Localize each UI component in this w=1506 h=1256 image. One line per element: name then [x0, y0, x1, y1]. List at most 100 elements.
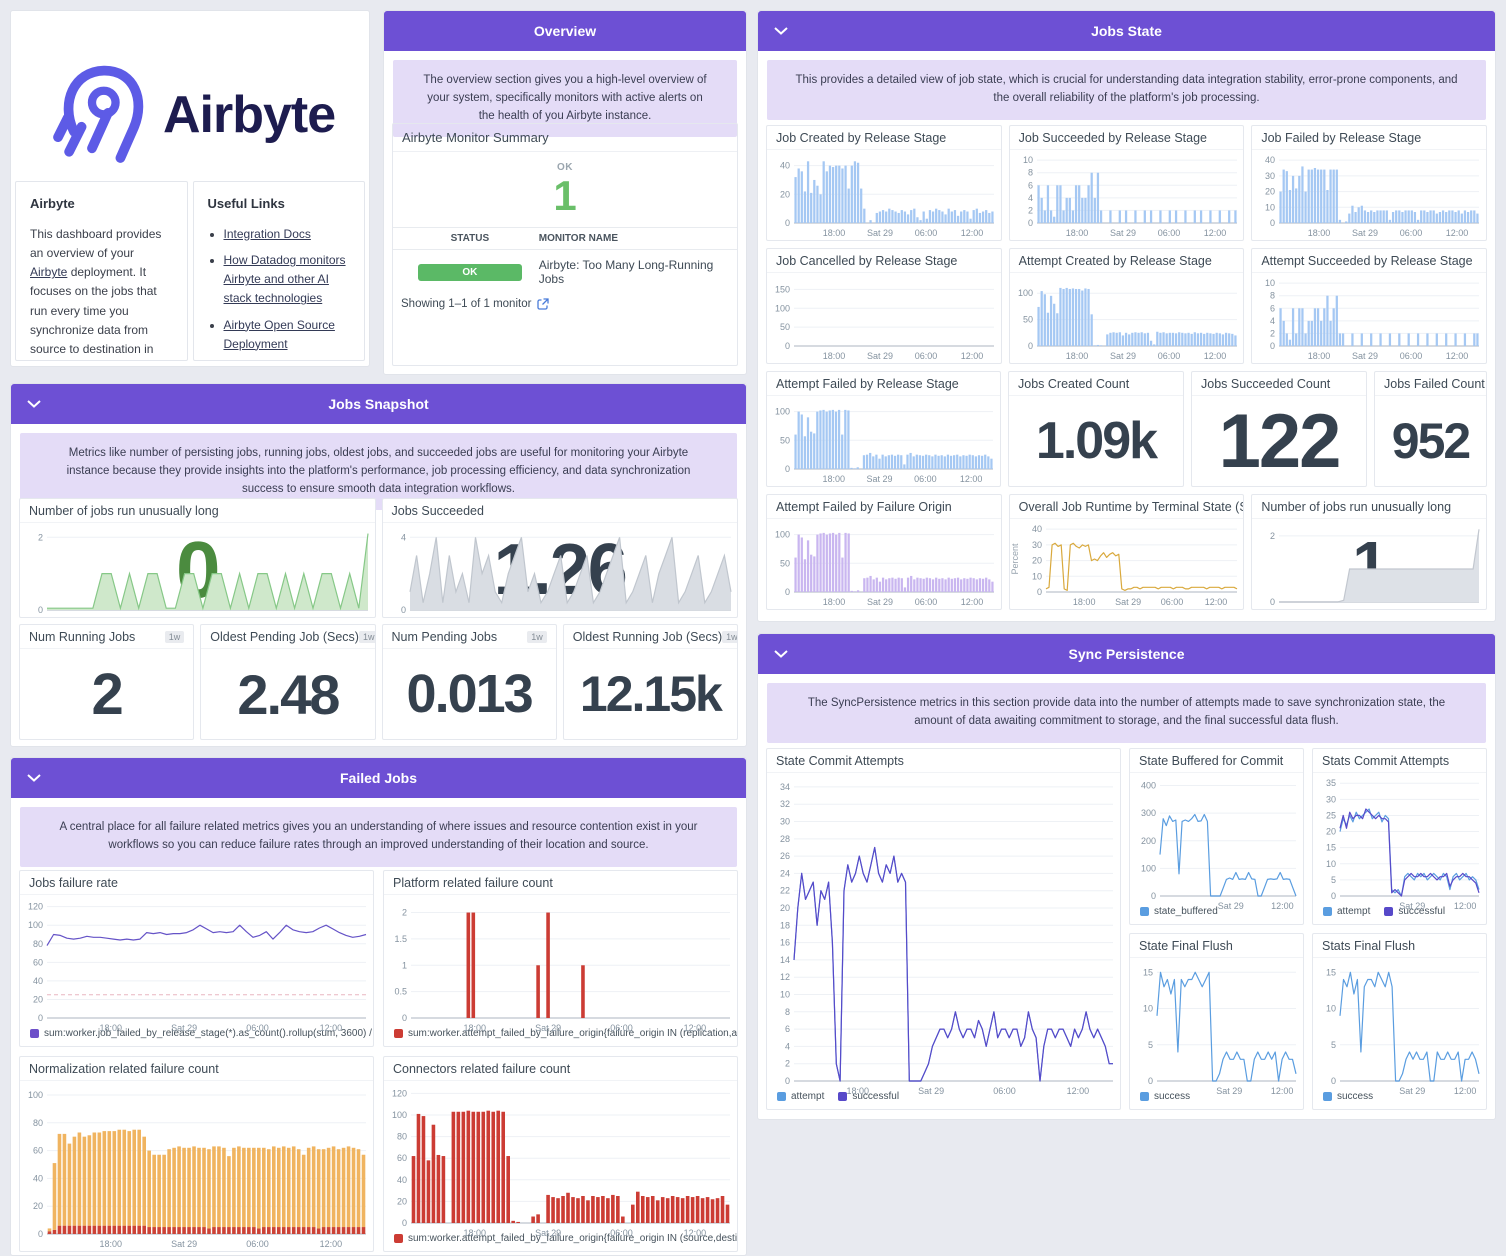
widget-attempt-failed-by-release-stage[interactable]: Attempt Failed by Release Stage 0 50 100 18…: [766, 371, 1001, 487]
status-badge[interactable]: OK: [417, 263, 522, 281]
chevron-down-icon[interactable]: [27, 774, 41, 782]
svg-text:0.5: 0.5: [394, 987, 407, 997]
widget-stats-commit-attempts[interactable]: Stats Commit Attempts 0 5 10 15 20 25 30 35 Sat …: [1312, 748, 1487, 925]
widget-jobs-succeeded-count[interactable]: Jobs Succeeded Count 122: [1191, 371, 1367, 487]
timeframe-badge: 1w: [527, 631, 547, 643]
job-created-chart[interactable]: 0 20 40 18:00 Sat 29 06:00 12:00: [767, 150, 1001, 240]
widget-num-pending-jobs[interactable]: Num Pending Jobs 1w 0.013: [381, 624, 557, 740]
attempt-succeeded-chart[interactable]: 0 2 4 6 8 10 18:00 Sat 29 06:00 12:00: [1252, 273, 1486, 363]
widget-overall-job-runtime[interactable]: Overall Job Runtime by Terminal State (S…: [1008, 494, 1245, 610]
attempt-failed-origin-chart[interactable]: 0 50 100 18:00 Sat 29 06:00 12:00: [767, 519, 1001, 609]
svg-text:Sat 29: Sat 29: [535, 1023, 561, 1033]
widget-job-failed-by-release-stage[interactable]: Job Failed by Release Stage 0 10 20 30 40 18:…: [1251, 125, 1487, 241]
svg-text:12:00: 12:00: [961, 351, 984, 361]
svg-text:40: 40: [33, 1173, 43, 1183]
svg-text:12:00: 12:00: [684, 1023, 707, 1033]
svg-text:150: 150: [775, 284, 790, 294]
oldest-running-job-value: 12.15k: [579, 666, 723, 722]
jobs-snapshot-section: Jobs Snapshot Metrics like number of per…: [10, 383, 747, 747]
svg-text:06:00: 06:00: [914, 474, 937, 484]
svg-text:12:00: 12:00: [1271, 901, 1294, 911]
widget-attempt-failed-by-failure-origin[interactable]: Attempt Failed by Failure Origin 0 50 100 1…: [766, 494, 1002, 610]
airbyte-link[interactable]: Airbyte: [30, 265, 67, 279]
svg-text:0: 0: [38, 1013, 43, 1023]
svg-text:30: 30: [1265, 171, 1275, 181]
sync-persistence-section: Sync Persistence The SyncPersistence met…: [757, 633, 1496, 1120]
state-final-flush-chart[interactable]: 0 5 10 15 Sat 29 12:00: [1130, 958, 1303, 1096]
widget-title: Job Failed by Release Stage: [1252, 126, 1486, 150]
svg-text:120: 120: [28, 902, 43, 912]
state-commit-attempts-chart[interactable]: 0 2 4 6 8 10 12 14 16 18 20 22 24 26 28 30 32 34 18:00 Sat …: [767, 773, 1120, 1096]
state-buffered-chart[interactable]: 0 100 200 300 400 Sat 29 12:00: [1130, 773, 1303, 911]
widget-jobs-unusually-long-state[interactable]: Number of jobs run unusually long 1 02: [1251, 494, 1487, 610]
stats-commit-attempts-chart[interactable]: 0 5 10 15 20 25 30 35 Sat 29 12:00: [1313, 773, 1486, 911]
jobs-succeeded-snapshot-chart[interactable]: 1.26 04: [383, 523, 738, 617]
svg-text:40: 40: [780, 161, 790, 171]
svg-text:0: 0: [1270, 597, 1275, 607]
widget-title: Stats Final Flush: [1313, 934, 1486, 958]
job-cancelled-chart[interactable]: 0 50 100 150 18:00 Sat 29 06:00 12:00: [767, 273, 1001, 363]
widget-title: Job Created by Release Stage: [767, 126, 1001, 150]
widget-platform-failure-count[interactable]: Platform related failure count 0 0.5 1 1.5 2…: [383, 870, 738, 1047]
widget-title: Jobs Succeeded: [382, 499, 737, 523]
connectors-failure-chart[interactable]: 0 20 40 60 80 100 120 18:00 Sat 29 06:00 12:00: [384, 1081, 737, 1238]
widget-num-running-jobs[interactable]: Num Running Jobs 1w 2: [19, 624, 195, 740]
widget-attempt-created-by-release-stage[interactable]: Attempt Created by Release Stage 0 50 100 1…: [1008, 248, 1245, 364]
svg-text:12:00: 12:00: [1454, 1086, 1477, 1096]
job-failed-chart[interactable]: 0 10 20 30 40 18:00 Sat 29 06:00 12:00: [1252, 150, 1486, 240]
widget-stats-final-flush[interactable]: Stats Final Flush 0 5 10 15 Sat 29 12:00 succ…: [1312, 933, 1487, 1110]
airbyte-branding-card: Airbyte Airbyte This dashboard provides …: [10, 10, 370, 367]
widget-title: State Buffered for Commit: [1130, 749, 1303, 773]
timeframe-badge: 1w: [722, 631, 737, 643]
widget-job-created-by-release-stage[interactable]: Job Created by Release Stage 0 20 40 18:00 S…: [766, 125, 1002, 241]
normalization-failure-chart[interactable]: 0 20 40 60 80 100 18:00 Sat 29 06:00 12:00: [20, 1081, 373, 1251]
svg-text:Sat 29: Sat 29: [867, 474, 893, 484]
widget-oldest-pending-job[interactable]: Oldest Pending Job (Secs) 1w 2.48: [200, 624, 376, 740]
platform-failure-chart[interactable]: 0 0.5 1 1.5 2 18:00 Sat 29 06:00 12:00: [384, 895, 737, 1033]
svg-text:12:00: 12:00: [1203, 351, 1226, 361]
chevron-down-icon[interactable]: [774, 650, 788, 658]
link-datadog-monitors[interactable]: How Datadog monitors Airbyte and other A…: [224, 253, 346, 305]
stats-final-flush-chart[interactable]: 0 5 10 15 Sat 29 12:00: [1313, 958, 1486, 1096]
widget-state-commit-attempts[interactable]: State Commit Attempts 0 2 4 6 8 10 12 14 16 18 20 2…: [766, 748, 1121, 1110]
jobs-failure-rate-chart[interactable]: 0 20 40 60 80 100 120 18:00 Sat 29 06:00 12:00: [20, 895, 373, 1033]
widget-jobs-created-count[interactable]: Jobs Created Count 1.09k: [1008, 371, 1184, 487]
widget-state-buffered-for-commit[interactable]: State Buffered for Commit 0 100 200 300 400 S…: [1129, 748, 1304, 925]
widget-oldest-running-job[interactable]: Oldest Running Job (Secs) 1w 12.15k: [562, 624, 738, 740]
svg-text:0: 0: [1331, 1076, 1336, 1086]
widget-jobs-unusually-long-snapshot[interactable]: Number of jobs run unusually long 0 02: [19, 498, 376, 618]
widget-job-cancelled-by-release-stage[interactable]: Job Cancelled by Release Stage 0 50 100 150…: [766, 248, 1002, 364]
svg-text:20: 20: [1032, 556, 1042, 566]
widget-connectors-failure-count[interactable]: Connectors related failure count 0 20 40 60…: [383, 1056, 738, 1252]
widget-jobs-succeeded-snapshot[interactable]: Jobs Succeeded 1.26 04: [381, 498, 738, 618]
chevron-down-icon[interactable]: [27, 400, 41, 408]
svg-text:06:00: 06:00: [1157, 351, 1180, 361]
col-status: STATUS: [450, 233, 490, 245]
attempt-failed-chart[interactable]: 0 50 100 18:00 Sat 29 06:00 12:00: [767, 396, 1000, 486]
external-link-icon[interactable]: [537, 298, 550, 310]
link-integration-docs[interactable]: Integration Docs: [224, 227, 311, 241]
jobs-unusually-long-chart[interactable]: 1 02: [1252, 519, 1486, 609]
svg-text:18:00: 18:00: [823, 474, 846, 484]
chevron-down-icon[interactable]: [774, 27, 788, 35]
monitor-name[interactable]: Airbyte: Too Many Long-Running Jobs: [539, 258, 729, 286]
widget-title: State Final Flush: [1130, 934, 1303, 958]
svg-text:Sat 29: Sat 29: [1115, 597, 1141, 607]
attempt-created-chart[interactable]: 0 50 100 18:00 Sat 29 06:00 12:00: [1010, 273, 1244, 363]
widget-jobs-failed-count[interactable]: Jobs Failed Count 952: [1374, 371, 1487, 487]
link-open-source-deployment[interactable]: Airbyte Open Source Deployment: [224, 318, 335, 351]
monitor-summary-widget[interactable]: Airbyte Monitor Summary OK 1 STATUS MONI…: [392, 123, 738, 366]
svg-text:Sat 29: Sat 29: [535, 1228, 561, 1238]
svg-text:50: 50: [780, 322, 790, 332]
widget-normalization-failure-count[interactable]: Normalization related failure count 0 20 4…: [19, 1056, 374, 1252]
widget-attempt-succeeded-by-release-stage[interactable]: Attempt Succeeded by Release Stage 0 2 4 6 8…: [1251, 248, 1487, 364]
jobs-unusually-long-snapshot-chart[interactable]: 0 02: [20, 523, 375, 617]
widget-jobs-failure-rate[interactable]: Jobs failure rate 0 20 40 60 80 100 120 18:00 Sa…: [19, 870, 374, 1047]
widget-state-final-flush[interactable]: State Final Flush 0 5 10 15 Sat 29 12:00 succ…: [1129, 933, 1304, 1110]
widget-job-succeeded-by-release-stage[interactable]: Job Succeeded by Release Stage 0 2 4 6 8 10 18…: [1008, 125, 1245, 241]
svg-text:10: 10: [1023, 155, 1033, 165]
job-succeeded-chart[interactable]: 0 2 4 6 8 10 18:00 Sat 29 06:00 12:00: [1010, 150, 1244, 240]
monitor-row[interactable]: OK Airbyte: Too Many Long-Running Jobs: [393, 250, 737, 294]
job-runtime-chart[interactable]: 0 10 20 30 40 18:00 Sat 29 06:00 12:00 Percent: [1010, 519, 1244, 609]
airbyte-octopus-icon: [53, 65, 144, 163]
